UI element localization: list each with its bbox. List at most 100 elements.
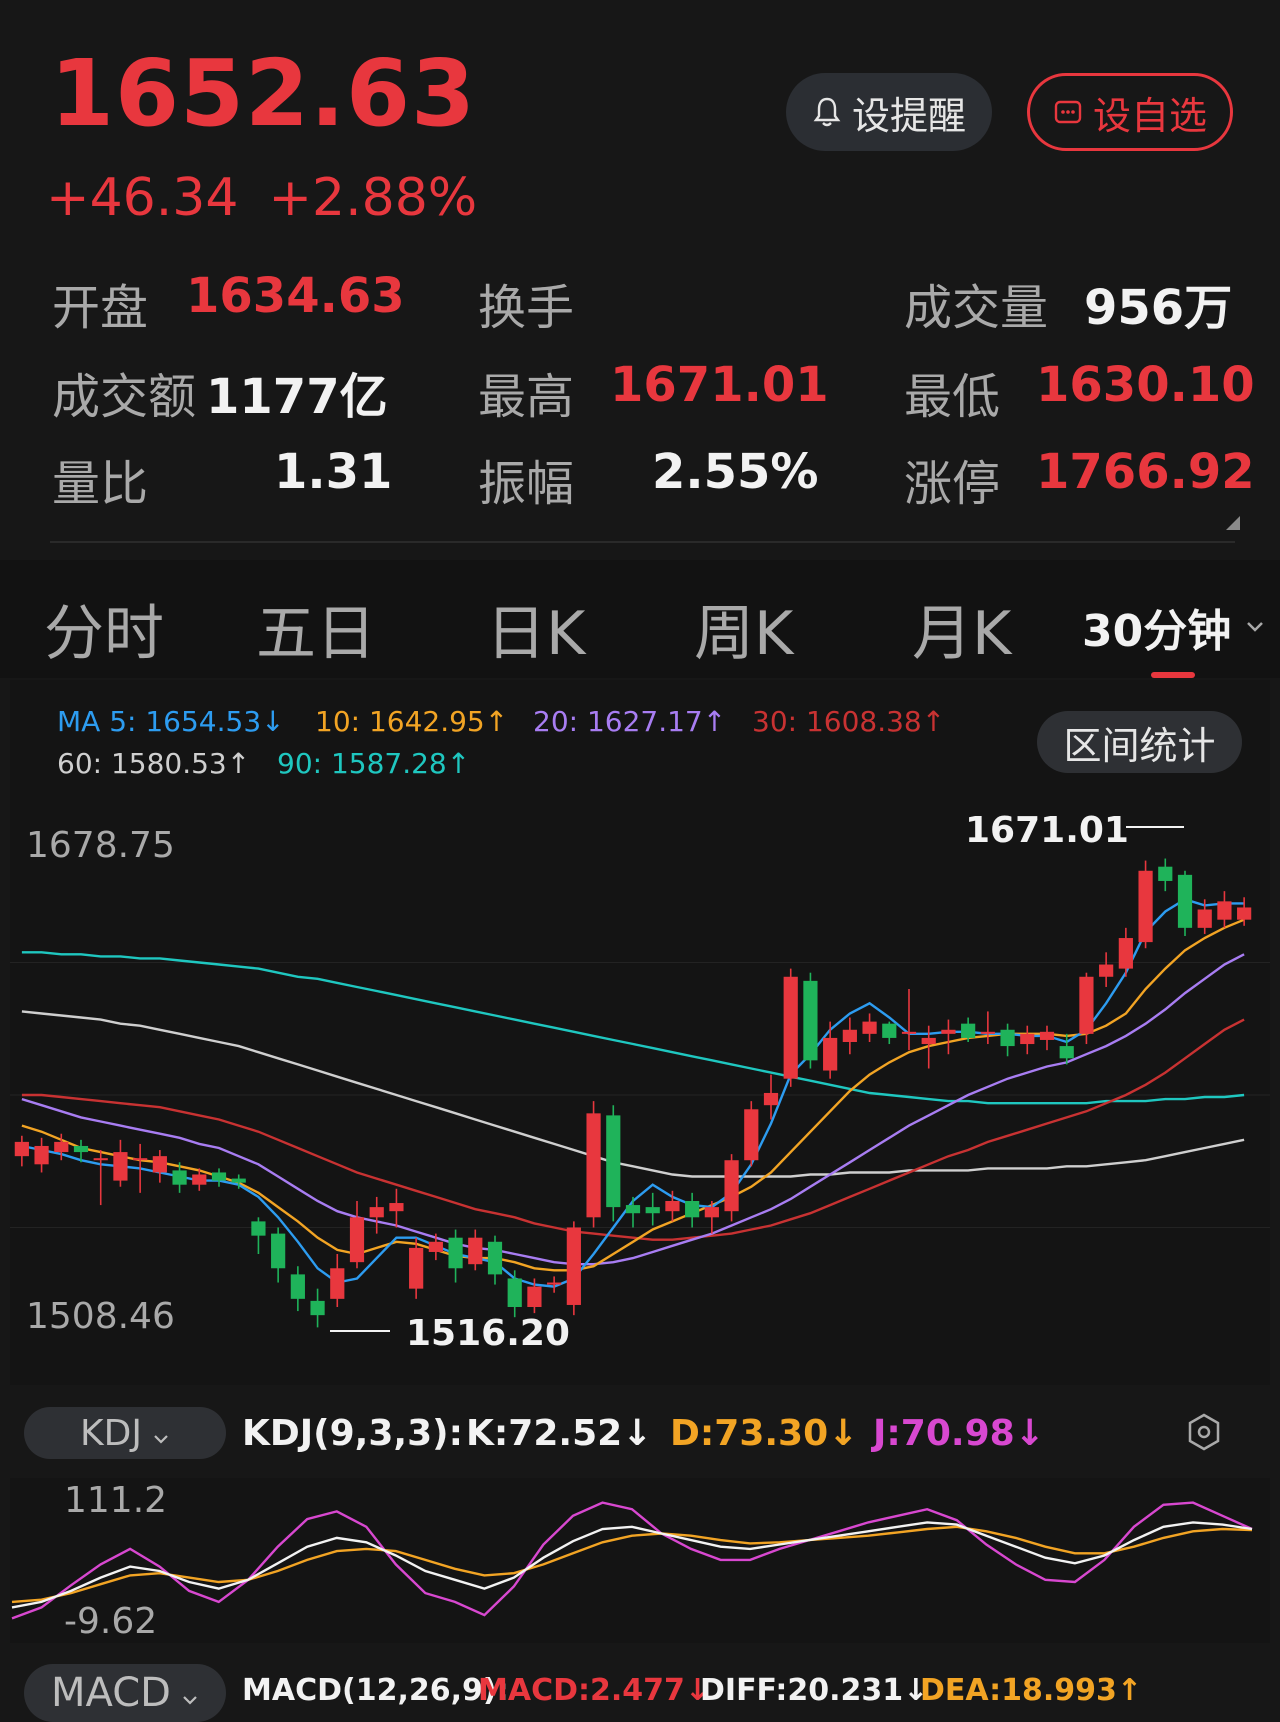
last-price: 1652.63 — [50, 40, 477, 147]
add-watchlist-button[interactable]: 设自选 — [1027, 73, 1233, 151]
candlestick — [389, 1188, 404, 1228]
candlestick — [1118, 927, 1133, 977]
candle-body — [310, 1300, 325, 1316]
candlestick — [1177, 870, 1193, 936]
macd-params: MACD(12,26,9): — [242, 1673, 509, 1708]
candlestick — [369, 1196, 384, 1234]
low-marker-label: 1516.20 — [406, 1313, 570, 1354]
candlestick — [941, 1019, 956, 1055]
kdj-indicator-selector[interactable]: KDJ — [24, 1407, 226, 1459]
tab-five-day[interactable]: 五日 — [256, 585, 376, 672]
range-stats-button[interactable]: 区间统计 — [1037, 711, 1242, 773]
candle-body — [428, 1241, 443, 1252]
candlestick — [290, 1266, 305, 1312]
expand-corner-icon[interactable] — [1226, 516, 1240, 530]
candlestick — [1039, 1025, 1055, 1051]
candle-body — [290, 1274, 305, 1299]
candle-body — [1197, 909, 1212, 928]
set-alert-button[interactable]: 设提醒 — [786, 73, 992, 151]
candlestick — [901, 989, 917, 1051]
candlestick — [842, 1017, 857, 1055]
macd-dea-value: DEA:18.993↑ — [920, 1673, 1143, 1708]
candlestick — [310, 1288, 325, 1328]
amount-value: 1177亿 — [206, 369, 388, 425]
candle-body — [586, 1113, 601, 1218]
candlestick — [645, 1192, 660, 1226]
candle-body — [507, 1278, 522, 1307]
kdj-k-value: K:72.52↓ — [466, 1413, 653, 1454]
kdj-d-line — [11, 1525, 1253, 1604]
candlestick — [211, 1168, 227, 1187]
ma60-legend: 60: 1580.53↑ — [57, 747, 251, 780]
candle-body — [547, 1282, 562, 1285]
amount-label: 成交额 — [52, 369, 197, 425]
candle-body — [211, 1172, 227, 1181]
tab-monthly-k[interactable]: 月K — [912, 585, 1011, 672]
tab-30min[interactable]: 30分钟 — [1082, 595, 1265, 659]
candle-body — [73, 1145, 89, 1153]
candle-body — [172, 1170, 187, 1185]
settings-icon[interactable] — [1186, 1412, 1222, 1456]
candlestick — [349, 1201, 365, 1269]
candlestick — [113, 1139, 128, 1187]
candle-body — [625, 1205, 641, 1214]
ma90-legend: 90: 1587.28↑ — [277, 747, 471, 780]
ma90-line — [21, 951, 1245, 1105]
open-label: 开盘 — [52, 280, 149, 336]
high-marker-line — [1126, 826, 1184, 828]
candle-body — [133, 1158, 148, 1161]
candlestick — [783, 968, 798, 1087]
candlestick — [507, 1270, 522, 1318]
candle-body — [389, 1203, 404, 1212]
candlestick — [980, 1011, 995, 1045]
macd-indicator-selector[interactable]: MACD — [24, 1664, 226, 1722]
candle-body — [1138, 870, 1153, 943]
limit-up-label: 涨停 — [904, 456, 1001, 512]
candle-body — [54, 1141, 69, 1153]
candle-body — [606, 1115, 621, 1208]
candle-body — [1059, 1046, 1074, 1059]
tab-daily-k[interactable]: 日K — [486, 585, 585, 672]
candle-body — [448, 1237, 463, 1269]
kline-plot[interactable] — [0, 790, 1280, 1385]
tab-weekly-k[interactable]: 周K — [694, 585, 793, 672]
watchlist-icon — [1053, 97, 1083, 127]
candlestick — [448, 1229, 463, 1283]
candlestick — [34, 1137, 49, 1173]
price-change: +46.34 +2.88% — [46, 168, 507, 228]
candle-body — [487, 1241, 503, 1275]
candlestick — [468, 1229, 483, 1271]
candlestick — [152, 1150, 167, 1183]
candlestick — [14, 1135, 29, 1167]
turnover-label: 换手 — [478, 280, 575, 336]
candle-body — [113, 1152, 128, 1181]
tab-intraday[interactable]: 分时 — [44, 585, 164, 672]
tab-30min-label: 30分钟 — [1082, 606, 1232, 657]
candlestick — [1158, 858, 1173, 892]
candlestick — [251, 1217, 266, 1254]
amplitude-label: 振幅 — [478, 456, 575, 512]
candle-body — [665, 1201, 680, 1212]
candle-body — [921, 1037, 936, 1045]
kdj-j-value: J:70.98↓ — [873, 1413, 1045, 1454]
candle-body — [763, 1092, 779, 1106]
candle-body — [1217, 901, 1232, 920]
candle-body — [901, 1031, 917, 1034]
candlestick — [606, 1105, 621, 1222]
candlestick — [882, 1021, 897, 1045]
candlestick — [330, 1254, 345, 1307]
candle-body — [1158, 866, 1173, 881]
candle-body — [566, 1227, 581, 1305]
ma5-legend: MA 5: 1654.53↓ — [57, 705, 285, 738]
candlestick — [487, 1235, 503, 1285]
low-marker-line — [330, 1330, 390, 1332]
candle-body — [1177, 874, 1193, 928]
y-axis-top-label: 1678.75 — [26, 825, 175, 866]
candle-body — [34, 1145, 49, 1165]
macd-diff-value: DIFF:20.231↓ — [700, 1673, 929, 1708]
ma5-line — [21, 897, 1245, 1288]
candlestick — [724, 1154, 739, 1222]
set-alert-label: 设提醒 — [851, 93, 966, 138]
candle-body — [1118, 938, 1133, 969]
volume-value: 956万 — [1084, 280, 1233, 336]
